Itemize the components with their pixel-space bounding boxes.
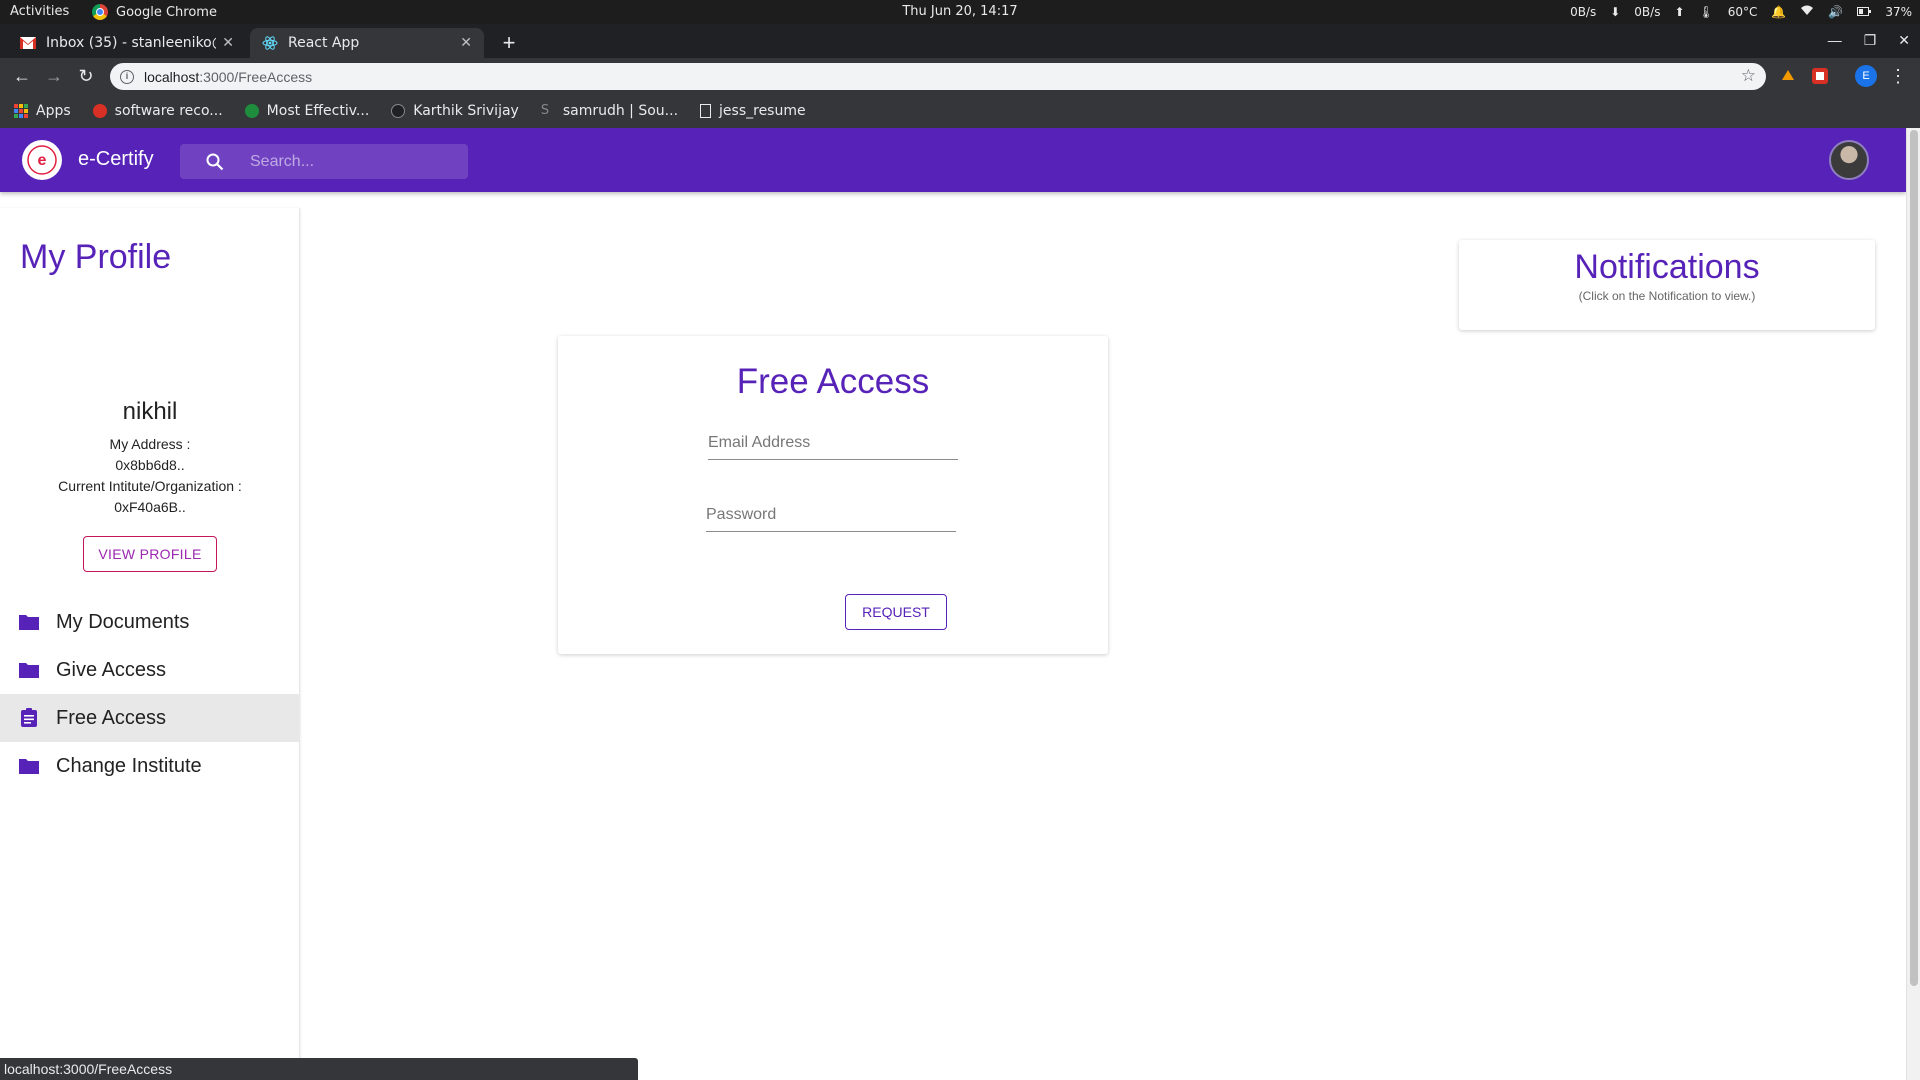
app-bar: e e-Certify [0, 128, 1906, 192]
sidebar-item-label: Change Institute [56, 754, 202, 777]
profile-name: nikhil [122, 398, 178, 425]
profile-title: My Profile [20, 238, 172, 276]
battery-value: 37% [1885, 4, 1912, 19]
address-value: 0x8bb6d8.. [115, 457, 185, 473]
bookmark-samrudh[interactable]: S samrudh | Sou... [541, 103, 678, 119]
info-icon[interactable]: i [120, 69, 134, 84]
profile-sidebar: My Profile nikhil My Address : 0x8bb6d8.… [0, 208, 300, 1080]
bookmark-apps[interactable]: Apps [14, 103, 71, 119]
extension-fox-icon[interactable] [1778, 66, 1798, 86]
profile-badge[interactable]: E [1855, 65, 1877, 87]
view-profile-button[interactable]: VIEW PROFILE [83, 536, 217, 572]
search-input[interactable] [250, 152, 450, 171]
bookmark-most-effective[interactable]: Most Effectiv... [244, 103, 370, 119]
bookmark-label: samrudh | Sou... [562, 103, 679, 119]
new-tab-icon[interactable]: + [495, 30, 523, 58]
ask-icon [92, 104, 107, 118]
form-title: Free Access [736, 362, 930, 401]
restore-icon[interactable]: ❐ [1864, 32, 1877, 49]
request-button[interactable]: REQUEST [845, 594, 947, 630]
notifications-hint: (Click on the Notification to view.) [1578, 289, 1756, 303]
address-label: My Address : [109, 436, 191, 452]
bookmark-jess-resume[interactable]: jess_resume [700, 103, 806, 119]
assignment-icon [18, 708, 40, 728]
password-field[interactable] [706, 498, 956, 532]
sidebar-item-free-access[interactable]: Free Access [0, 694, 300, 742]
scrollbar-thumb[interactable] [1910, 130, 1918, 986]
bookmark-software-reco[interactable]: software reco... [92, 103, 223, 119]
sidebar-item-my-documents[interactable]: My Documents [0, 598, 300, 646]
search-icon [180, 153, 250, 171]
close-window-icon[interactable]: ✕ [1898, 32, 1910, 49]
sidebar-item-label: Give Access [56, 658, 167, 681]
bookmark-label: software reco... [114, 103, 223, 119]
tab-strip: Inbox (35) - stanleeniko@ ✕ React App ✕ … [0, 24, 1920, 58]
volume-icon: 🔊 [1828, 4, 1844, 19]
e-certify-logo[interactable]: e [22, 140, 62, 180]
system-status-area[interactable]: 0B/s ⬇ 0B/s ⬆ 🌡 60°C 🔔 🔊 37% [1570, 4, 1912, 19]
bookmark-karthik[interactable]: Karthik Srivijay [391, 103, 519, 119]
page-scrollbar[interactable] [1906, 128, 1920, 1080]
address-bar[interactable]: i localhost:3000/FreeAccess ☆ [110, 63, 1766, 90]
react-icon [262, 35, 278, 51]
url-path: :3000/FreeAccess [199, 68, 313, 85]
sidebar-item-label: Free Access [56, 706, 167, 729]
temperature-value: 60°C [1727, 4, 1758, 19]
back-arrow-icon[interactable]: ← [10, 64, 34, 88]
menu-kebab-icon[interactable]: ⋮ [1886, 64, 1910, 88]
free-access-card: Free Access REQUEST [558, 336, 1108, 654]
bookmark-label: Most Effectiv... [266, 103, 370, 119]
site-icon [244, 104, 259, 118]
thermometer-icon: 🌡 [1698, 4, 1714, 19]
bookmark-star-icon[interactable]: ☆ [1741, 66, 1756, 86]
github-icon [391, 104, 406, 118]
email-field[interactable] [708, 426, 958, 460]
bookmark-label: jess_resume [719, 103, 806, 119]
forward-arrow-icon[interactable]: → [42, 64, 66, 88]
user-avatar[interactable] [1829, 140, 1869, 180]
tab-gmail[interactable]: Inbox (35) - stanleeniko@ ✕ [8, 28, 246, 58]
sourcerer-icon: S [540, 103, 550, 118]
tab-react-app[interactable]: React App ✕ [250, 28, 484, 58]
notifications-title: Notifications [1574, 248, 1760, 286]
apps-grid-icon [14, 104, 28, 118]
battery-icon [1857, 5, 1872, 19]
notifications-panel[interactable]: Notifications (Click on the Notification… [1459, 240, 1875, 330]
brand-name[interactable]: e-Certify [78, 148, 154, 171]
bookmark-label: Karthik Srivijay [413, 103, 519, 119]
page-viewport: e e-Certify My Profile nikhil My Address… [0, 128, 1920, 1080]
sidebar-item-label: My Documents [56, 610, 190, 633]
wifi-icon [1800, 4, 1814, 19]
search-box[interactable] [180, 144, 468, 179]
system-top-bar: Activities Google Chrome Thu Jun 20, 14:… [0, 0, 1920, 24]
sidebar-item-give-access[interactable]: Give Access [0, 646, 300, 694]
download-arrow-icon: ⬇ [1610, 4, 1621, 19]
close-tab-icon[interactable]: ✕ [460, 35, 472, 51]
tab-title: Inbox (35) - stanleeniko@ [46, 35, 217, 51]
gmail-icon [20, 35, 36, 51]
folder-icon [18, 756, 40, 776]
notification-bell-icon: 🔔 [1771, 4, 1787, 19]
url-host: localhost [144, 68, 200, 85]
browser-toolbar: ← → ↻ i localhost:3000/FreeAccess ☆ E ⋮ [0, 58, 1920, 94]
bookmarks-bar: Apps software reco... Most Effectiv... K… [0, 94, 1920, 128]
folder-icon [18, 612, 40, 632]
institute-label: Current Intitute/Organization : [58, 478, 242, 494]
document-icon [700, 104, 712, 118]
folder-icon [18, 660, 40, 680]
sidebar-item-change-institute[interactable]: Change Institute [0, 742, 300, 790]
institute-value: 0xF40a6B.. [114, 499, 186, 515]
extension-red-icon[interactable] [1810, 66, 1830, 86]
window-controls: — ❐ ✕ [1828, 32, 1910, 49]
minimize-icon[interactable]: — [1828, 32, 1842, 49]
link-status-bubble: localhost:3000/FreeAccess [0, 1058, 638, 1080]
svg-text:e: e [38, 152, 47, 169]
close-tab-icon[interactable]: ✕ [222, 35, 234, 51]
tab-title: React App [288, 35, 360, 51]
reload-icon[interactable]: ↻ [74, 64, 98, 88]
upload-arrow-icon: ⬆ [1674, 4, 1685, 19]
bookmark-label: Apps [36, 103, 71, 119]
net-down-value: 0B/s [1570, 4, 1597, 19]
net-up-value: 0B/s [1634, 4, 1661, 19]
